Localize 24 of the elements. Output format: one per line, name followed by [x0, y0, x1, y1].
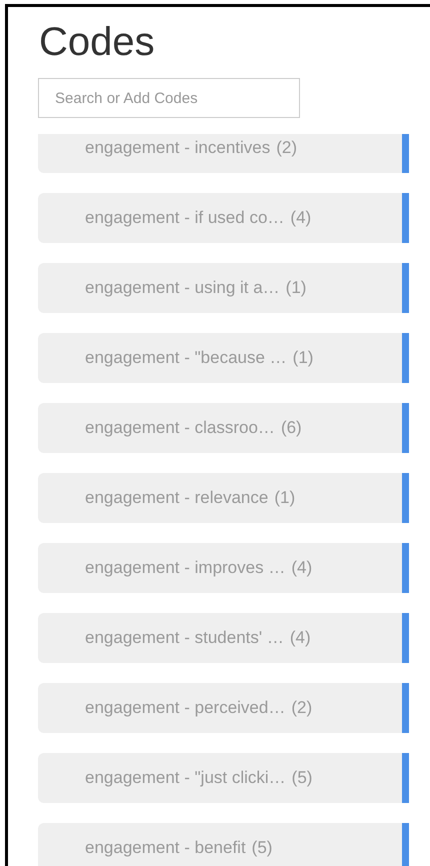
page-title: Codes	[39, 22, 156, 62]
code-item[interactable]: engagement - students' … (4)	[38, 613, 402, 663]
code-item[interactable]: engagement - benefit (5)	[38, 823, 402, 866]
code-accent-bar	[402, 403, 409, 453]
code-accent-bar	[402, 134, 409, 173]
code-item[interactable]: engagement - using it a… (1)	[38, 263, 402, 313]
code-item[interactable]: engagement - perceived… (2)	[38, 683, 402, 733]
code-accent-bar	[402, 263, 409, 313]
code-item[interactable]: engagement - "because … (1)	[38, 333, 402, 383]
code-item[interactable]: engagement - improves … (4)	[38, 543, 402, 593]
code-item[interactable]: engagement - relevance (1)	[38, 473, 402, 523]
code-accent-bar	[402, 683, 409, 733]
code-accent-bar	[402, 543, 409, 593]
code-accent-bar	[402, 333, 409, 383]
code-accent-bar	[402, 823, 409, 866]
code-item[interactable]: engagement - "just clicki… (5)	[38, 753, 402, 803]
code-accent-bar	[402, 473, 409, 523]
code-item[interactable]: engagement - incentives (2)	[38, 134, 402, 173]
code-item[interactable]: engagement - classroo… (6)	[38, 403, 402, 453]
code-accent-bar	[402, 613, 409, 663]
search-field[interactable]: Search or Add Codes	[38, 78, 300, 118]
code-accent-bar	[402, 193, 409, 243]
code-accent-bar	[402, 753, 409, 803]
code-item[interactable]: engagement - if used co… (4)	[38, 193, 402, 243]
